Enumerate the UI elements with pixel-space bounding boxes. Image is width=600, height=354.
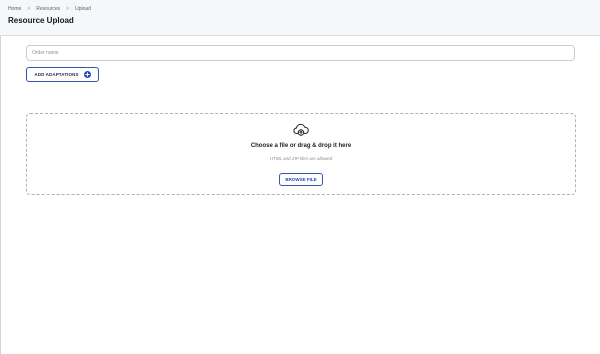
dropzone-title: Choose a file or drag & drop it here bbox=[250, 143, 352, 149]
add-adaptations-button[interactable]: ADD ADAPTATIONS bbox=[26, 67, 99, 82]
order-name-input[interactable] bbox=[26, 45, 575, 61]
breadcrumb-separator: > bbox=[27, 6, 31, 12]
page-title: Resource Upload bbox=[8, 16, 74, 25]
page-header: Home > Resources > Upload Resource Uploa… bbox=[0, 0, 600, 36]
breadcrumb-home[interactable]: Home bbox=[8, 6, 21, 12]
browse-file-button[interactable]: BROWSE FILE bbox=[279, 173, 323, 186]
cloud-upload-icon bbox=[293, 123, 309, 137]
add-adaptations-label: ADD ADAPTATIONS bbox=[34, 72, 79, 77]
breadcrumb-separator: > bbox=[66, 6, 70, 12]
dropzone-hint: HTML and ZIP files are allowed bbox=[269, 156, 333, 161]
breadcrumb: Home > Resources > Upload bbox=[8, 6, 91, 12]
resource-upload-page: Home > Resources > Upload Resource Uploa… bbox=[0, 0, 600, 354]
plus-circle-icon bbox=[83, 71, 91, 78]
breadcrumb-resources[interactable]: Resources bbox=[36, 6, 60, 12]
breadcrumb-upload: Upload bbox=[75, 6, 91, 12]
file-dropzone[interactable]: Choose a file or drag & drop it here HTM… bbox=[26, 113, 576, 195]
left-divider bbox=[0, 0, 1, 354]
